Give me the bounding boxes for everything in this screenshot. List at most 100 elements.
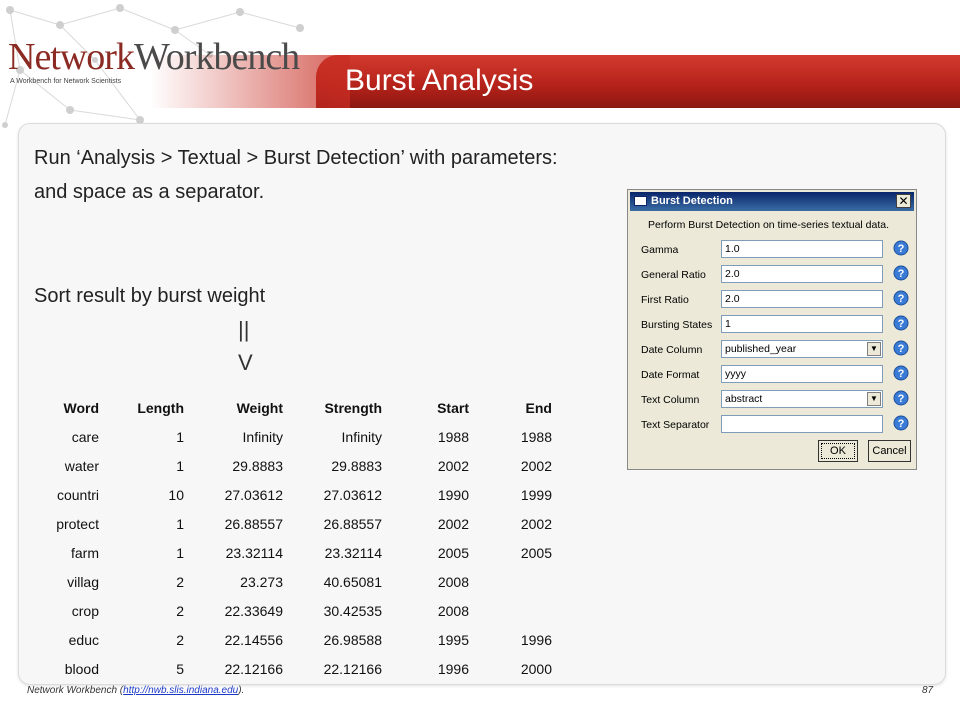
cell-word: villag — [67, 573, 99, 590]
svg-text:?: ? — [898, 343, 905, 355]
cell-end: 2005 — [520, 544, 552, 561]
dialog-description: Perform Burst Detection on time-series t… — [648, 219, 890, 231]
cell-end — [469, 596, 552, 625]
dialog-title: Burst Detection — [651, 195, 733, 207]
cell-strength: Infinity — [341, 428, 382, 445]
dialog-titlebar[interactable]: Burst Detection ✕ — [630, 192, 914, 211]
footer-suffix: ). — [238, 685, 245, 696]
cell-weight: 22.33649 — [224, 602, 283, 619]
table-row: villag 2 23.273 40.65081 2008 — [30, 567, 552, 596]
bursting-states-input[interactable] — [721, 315, 883, 333]
cell-strength: 30.42535 — [323, 602, 382, 619]
cell-strength: 26.88557 — [323, 515, 382, 532]
cell-length: 1 — [176, 544, 184, 561]
gamma-input[interactable] — [721, 240, 883, 258]
footer-link[interactable]: http://nwb.slis.indiana.edu — [123, 685, 238, 696]
window-icon — [634, 196, 647, 206]
table-row: crop 2 22.33649 30.42535 2008 — [30, 596, 552, 625]
cell-end — [469, 567, 552, 596]
cell-strength: 26.98588 — [323, 631, 382, 648]
cell-start: 1996 — [437, 660, 469, 677]
cell-strength: 22.12166 — [323, 660, 382, 677]
date-format-input[interactable] — [721, 365, 883, 383]
cell-strength: 29.8883 — [331, 457, 382, 474]
cell-start: 2002 — [437, 457, 469, 474]
cell-weight: 23.273 — [240, 573, 283, 590]
help-icon[interactable]: ? — [893, 390, 909, 406]
svg-text:?: ? — [898, 268, 905, 280]
brand-part-b: Workbench — [133, 36, 300, 78]
cell-start: 2008 — [437, 573, 469, 590]
cell-length: 2 — [176, 631, 184, 648]
slide-title: Burst Analysis — [345, 64, 534, 97]
help-icon[interactable]: ? — [893, 265, 909, 281]
svg-text:?: ? — [898, 243, 905, 255]
help-icon[interactable]: ? — [893, 290, 909, 306]
down-arrow-shaft: || — [238, 317, 250, 342]
cell-length: 2 — [176, 602, 184, 619]
cell-weight: 27.03612 — [224, 486, 283, 503]
cell-word: blood — [64, 660, 99, 677]
param-label: Bursting States — [641, 319, 713, 331]
table-header-row: Word Length Weight Strength Start End — [30, 393, 552, 422]
cell-start: 1995 — [437, 631, 469, 648]
cell-length: 1 — [176, 515, 184, 532]
param-row-text-column: Text Column abstract ▼? — [641, 390, 913, 410]
cell-word: farm — [71, 544, 99, 561]
select-value: abstract — [725, 393, 763, 405]
param-row-date-format: Date Format? — [641, 365, 913, 385]
text-column-select[interactable]: abstract ▼ — [721, 390, 883, 408]
cell-length: 2 — [176, 573, 184, 590]
param-label: Date Column — [641, 344, 703, 356]
cell-end: 2002 — [520, 515, 552, 532]
instruction-line-1: Run ‘Analysis > Textual > Burst Detectio… — [34, 147, 558, 169]
cell-weight: 29.8883 — [232, 457, 283, 474]
cell-weight: 22.14556 — [224, 631, 283, 648]
cell-start: 1990 — [437, 486, 469, 503]
param-row-general-ratio: General Ratio? — [641, 265, 913, 285]
cell-end: 1996 — [520, 631, 552, 648]
burst-results-table: Word Length Weight Strength Start End ca… — [30, 393, 552, 683]
help-icon[interactable]: ? — [893, 240, 909, 256]
general-ratio-input[interactable] — [721, 265, 883, 283]
down-arrow-head: V — [238, 350, 253, 375]
chevron-down-icon[interactable]: ▼ — [867, 342, 881, 356]
col-header-strength: Strength — [324, 399, 382, 416]
cell-start: 2002 — [437, 515, 469, 532]
help-icon[interactable]: ? — [893, 415, 909, 431]
help-icon[interactable]: ? — [893, 365, 909, 381]
footer-credit: Network Workbench (http://nwb.slis.india… — [27, 685, 244, 696]
svg-text:?: ? — [898, 293, 905, 305]
footer-prefix: Network Workbench ( — [27, 685, 124, 696]
col-header-length: Length — [137, 399, 184, 416]
cancel-button[interactable]: Cancel — [868, 440, 911, 462]
cell-word: care — [71, 428, 99, 445]
help-icon[interactable]: ? — [893, 340, 909, 356]
col-header-end: End — [525, 399, 552, 416]
cell-word: water — [64, 457, 99, 474]
param-row-text-separator: Text Separator? — [641, 415, 913, 435]
text-separator-input[interactable] — [721, 415, 883, 433]
param-row-bursting-states: Bursting States? — [641, 315, 913, 335]
param-row-first-ratio: First Ratio? — [641, 290, 913, 310]
svg-text:?: ? — [898, 318, 905, 330]
svg-text:?: ? — [898, 368, 905, 380]
col-header-word: Word — [63, 399, 99, 416]
cell-word: protect — [56, 515, 99, 532]
table-row: protect 1 26.88557 26.88557 2002 2002 — [30, 509, 552, 538]
cell-weight: Infinity — [242, 428, 283, 445]
param-label: Text Column — [641, 394, 700, 406]
cell-end: 1999 — [520, 486, 552, 503]
cell-weight: 23.32114 — [225, 544, 283, 561]
cell-end: 2000 — [520, 660, 552, 677]
ok-button[interactable]: OK — [818, 440, 858, 462]
select-value: published_year — [725, 343, 797, 355]
param-label: Text Separator — [641, 419, 710, 431]
help-icon[interactable]: ? — [893, 315, 909, 331]
chevron-down-icon[interactable]: ▼ — [867, 392, 881, 406]
close-icon[interactable]: ✕ — [896, 194, 911, 208]
cell-word: countri — [56, 486, 99, 503]
date-column-select[interactable]: published_year ▼ — [721, 340, 883, 358]
table-row: countri 10 27.03612 27.03612 1990 1999 — [30, 480, 552, 509]
first-ratio-input[interactable] — [721, 290, 883, 308]
